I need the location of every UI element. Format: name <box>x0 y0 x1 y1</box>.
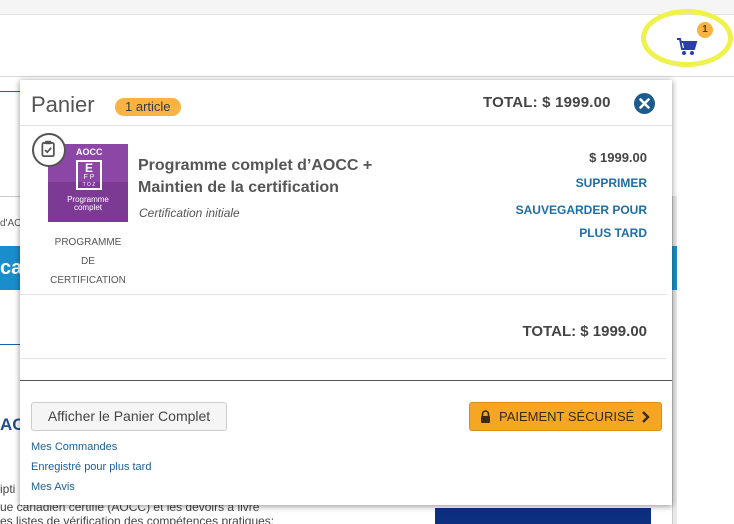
my-reviews-link[interactable]: Mes Avis <box>31 481 75 493</box>
thumbnail-brand: AOCC <box>76 147 103 157</box>
background-text: ipti <box>0 482 16 496</box>
product-type-line: DE <box>81 256 95 267</box>
footer-divider <box>20 380 672 381</box>
saved-for-later-link[interactable]: Enregistré pour plus tard <box>31 461 151 473</box>
background-divider <box>0 344 20 345</box>
secure-checkout-button[interactable]: PAIEMENT SÉCURISÉ <box>469 402 662 431</box>
close-circle-icon[interactable] <box>634 93 655 114</box>
product-type: PROGRAMME DE CERTIFICATION <box>44 233 132 290</box>
top-strip <box>0 0 734 15</box>
background-banner: ca <box>0 246 20 290</box>
lock-icon <box>481 410 490 423</box>
background-banner-right <box>672 246 677 290</box>
site-header <box>0 15 734 77</box>
eye-chart-icon: E F P T O Z <box>76 160 102 190</box>
view-full-cart-button[interactable]: Afficher le Panier Complet <box>31 402 227 431</box>
cart-count-badge: 1 <box>697 22 713 38</box>
chart-letters: T O Z <box>82 182 96 188</box>
remove-item-link[interactable]: SUPPRIMER <box>540 176 647 190</box>
product-price: $ 1999.00 <box>589 150 647 165</box>
background-divider <box>0 91 20 92</box>
save-for-later-link[interactable]: SAUVEGARDER POUR PLUS TARD <box>490 199 647 245</box>
background-text: es listes de vérification des compétence… <box>0 514 275 524</box>
panel-divider <box>20 125 672 126</box>
total-divider <box>20 358 666 359</box>
my-orders-link[interactable]: Mes Commandes <box>31 441 117 453</box>
chevron-right-icon <box>642 411 650 423</box>
product-name[interactable]: Programme complet d’AOCC + Maintien de l… <box>138 155 398 199</box>
cart-summary-total: TOTAL: $ 1999.00 <box>522 323 648 340</box>
shopping-cart-icon[interactable] <box>676 37 698 57</box>
cart-panel: Panier 1 article TOTAL: $ 1999.00 AOCC E… <box>20 80 672 505</box>
cart-count-label: 1 article <box>115 98 181 116</box>
background-button <box>435 508 651 524</box>
thumbnail-caption-line: complet <box>73 203 102 212</box>
chart-letters: E <box>84 161 93 175</box>
chart-letters: F P <box>83 174 95 181</box>
product-subtitle: Certification initiale <box>139 206 240 220</box>
product-type-line: CERTIFICATION <box>50 275 126 286</box>
cart-total-header: TOTAL: $ 1999.00 <box>483 94 611 111</box>
item-divider <box>20 294 667 295</box>
clipboard-check-icon <box>32 133 66 167</box>
background-divider <box>0 196 20 197</box>
background-breadcrumb: d'AO <box>0 218 22 229</box>
product-type-line: PROGRAMME <box>54 237 122 248</box>
cart-title: Panier <box>31 92 95 117</box>
checkout-label: PAIEMENT SÉCURISÉ <box>499 409 635 424</box>
thumbnail-caption: Programme complet <box>48 196 128 212</box>
